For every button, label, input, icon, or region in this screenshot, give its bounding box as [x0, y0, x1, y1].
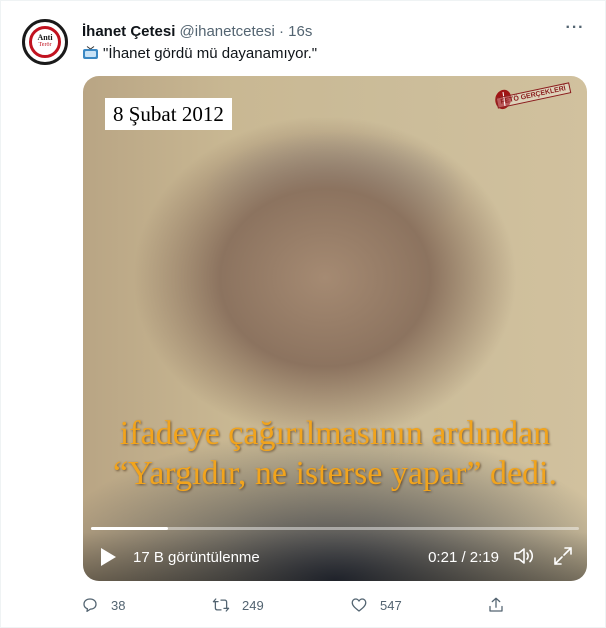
video-progress-fill — [91, 527, 168, 530]
tweet-text-content: "İhanet gördü mü dayanamıyor." — [103, 45, 318, 62]
video-player[interactable]: 8 Şubat 2012 FETÖ GERÇEKLERİ ifadeye çağ… — [83, 76, 587, 581]
share-icon — [489, 597, 503, 612]
video-progress-bar[interactable] — [91, 527, 579, 530]
tweet-header: İhanet Çetesi @ihanetcetesi · 16s — [82, 22, 312, 42]
reply-count: 38 — [111, 597, 126, 613]
caption-line-2: “Yargıdır, ne isterse yapar” dedi. — [113, 455, 557, 492]
television-icon — [83, 46, 98, 59]
video-controls: 17 B görüntülenme 0:21 / 2:19 — [83, 532, 587, 581]
caption-line-1: ifadeye çağırılmasının ardından — [119, 415, 551, 452]
separator-dot: · — [279, 23, 284, 40]
volume-icon[interactable] — [513, 546, 535, 566]
play-icon[interactable] — [99, 547, 117, 567]
tweet-card[interactable]: Anti Terör İhanet Çetesi @ihanetcetesi ·… — [0, 0, 606, 628]
reply-icon — [83, 598, 97, 613]
tweet-actions: 38 249 547 — [81, 595, 551, 615]
heart-icon — [351, 598, 367, 612]
reply-button[interactable]: 38 — [81, 595, 125, 615]
author-handle[interactable]: @ihanetcetesi — [180, 23, 275, 40]
tweet-text: "İhanet gördü mü dayanamıyor." — [82, 44, 317, 64]
fullscreen-icon[interactable] — [553, 546, 573, 566]
video-duration: 0:21 / 2:19 — [428, 549, 499, 566]
view-count: 17 B görüntülenme — [133, 549, 260, 566]
like-count: 547 — [380, 597, 402, 613]
avatar-text-teror: Terör — [38, 42, 52, 48]
retweet-button[interactable]: 249 — [212, 595, 264, 615]
retweet-icon — [212, 598, 230, 612]
author-name[interactable]: İhanet Çetesi — [82, 23, 175, 40]
retweet-count: 249 — [242, 597, 264, 613]
tweet-time[interactable]: 16s — [288, 23, 312, 40]
date-overlay: 8 Şubat 2012 — [105, 98, 232, 130]
share-button[interactable] — [487, 595, 517, 615]
ellipsis-icon[interactable]: ··· — [565, 20, 585, 41]
avatar-text-anti: Anti — [37, 33, 53, 42]
avatar[interactable]: Anti Terör — [22, 19, 68, 65]
like-button[interactable]: 547 — [350, 595, 402, 615]
